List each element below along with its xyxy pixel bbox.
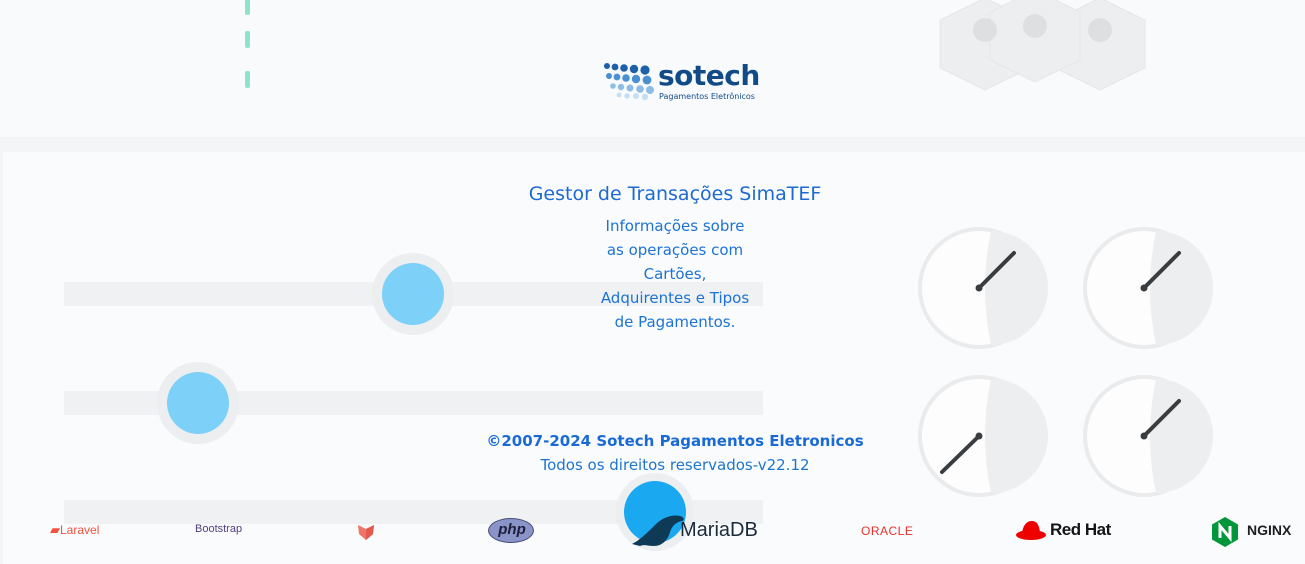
sotech-logo[interactable]: sotech Pagamentos Eletrônicos <box>603 58 763 106</box>
gauge-1 <box>918 227 1048 349</box>
php-label: php <box>498 521 526 538</box>
logo-wordmark: sotech <box>658 59 760 92</box>
oracle-logo: ORACLE <box>861 524 914 538</box>
decorative-dash <box>245 71 250 88</box>
logo-dots-icon <box>604 63 654 100</box>
gauge-4 <box>1083 375 1213 497</box>
laravel-logo: ▰Laravel <box>50 522 99 538</box>
php-logo: php <box>488 518 534 543</box>
rights-version: Todos os direitos reservados-v22.12 <box>540 456 810 474</box>
decorative-dash <box>245 0 250 15</box>
redhat-label: Red Hat <box>1050 520 1111 539</box>
hexagon-decoration <box>939 0 1146 91</box>
decorative-knob <box>167 372 229 434</box>
laravel-icon: ▰ <box>50 522 60 537</box>
gauges-decoration <box>918 227 1213 497</box>
logo-tagline: Pagamentos Eletrônicos <box>659 92 755 101</box>
mariadb-seal-icon <box>632 515 684 546</box>
gauge-2 <box>1083 227 1213 349</box>
laravel-label: Laravel <box>60 523 100 537</box>
mariadb-label: MariaDB <box>680 519 758 541</box>
copyright: ©2007-2024 Sotech Pagamentos Eletronicos <box>486 432 864 450</box>
description: Informações sobre as operações com Cartõ… <box>600 217 750 331</box>
decorative-dash <box>245 31 250 48</box>
header: sotech Pagamentos Eletrônicos <box>0 0 1305 137</box>
page-title: Gestor de Transações SimaTEF <box>528 183 822 205</box>
decorative-knob <box>382 263 444 325</box>
nginx-icon <box>1212 517 1238 547</box>
redhat-icon <box>1016 521 1046 540</box>
shield-logo-icon <box>358 525 374 540</box>
nginx-label: NGINX <box>1247 522 1292 538</box>
gauge-3 <box>918 375 1048 497</box>
bootstrap-logo: Bootstrap <box>195 523 243 535</box>
